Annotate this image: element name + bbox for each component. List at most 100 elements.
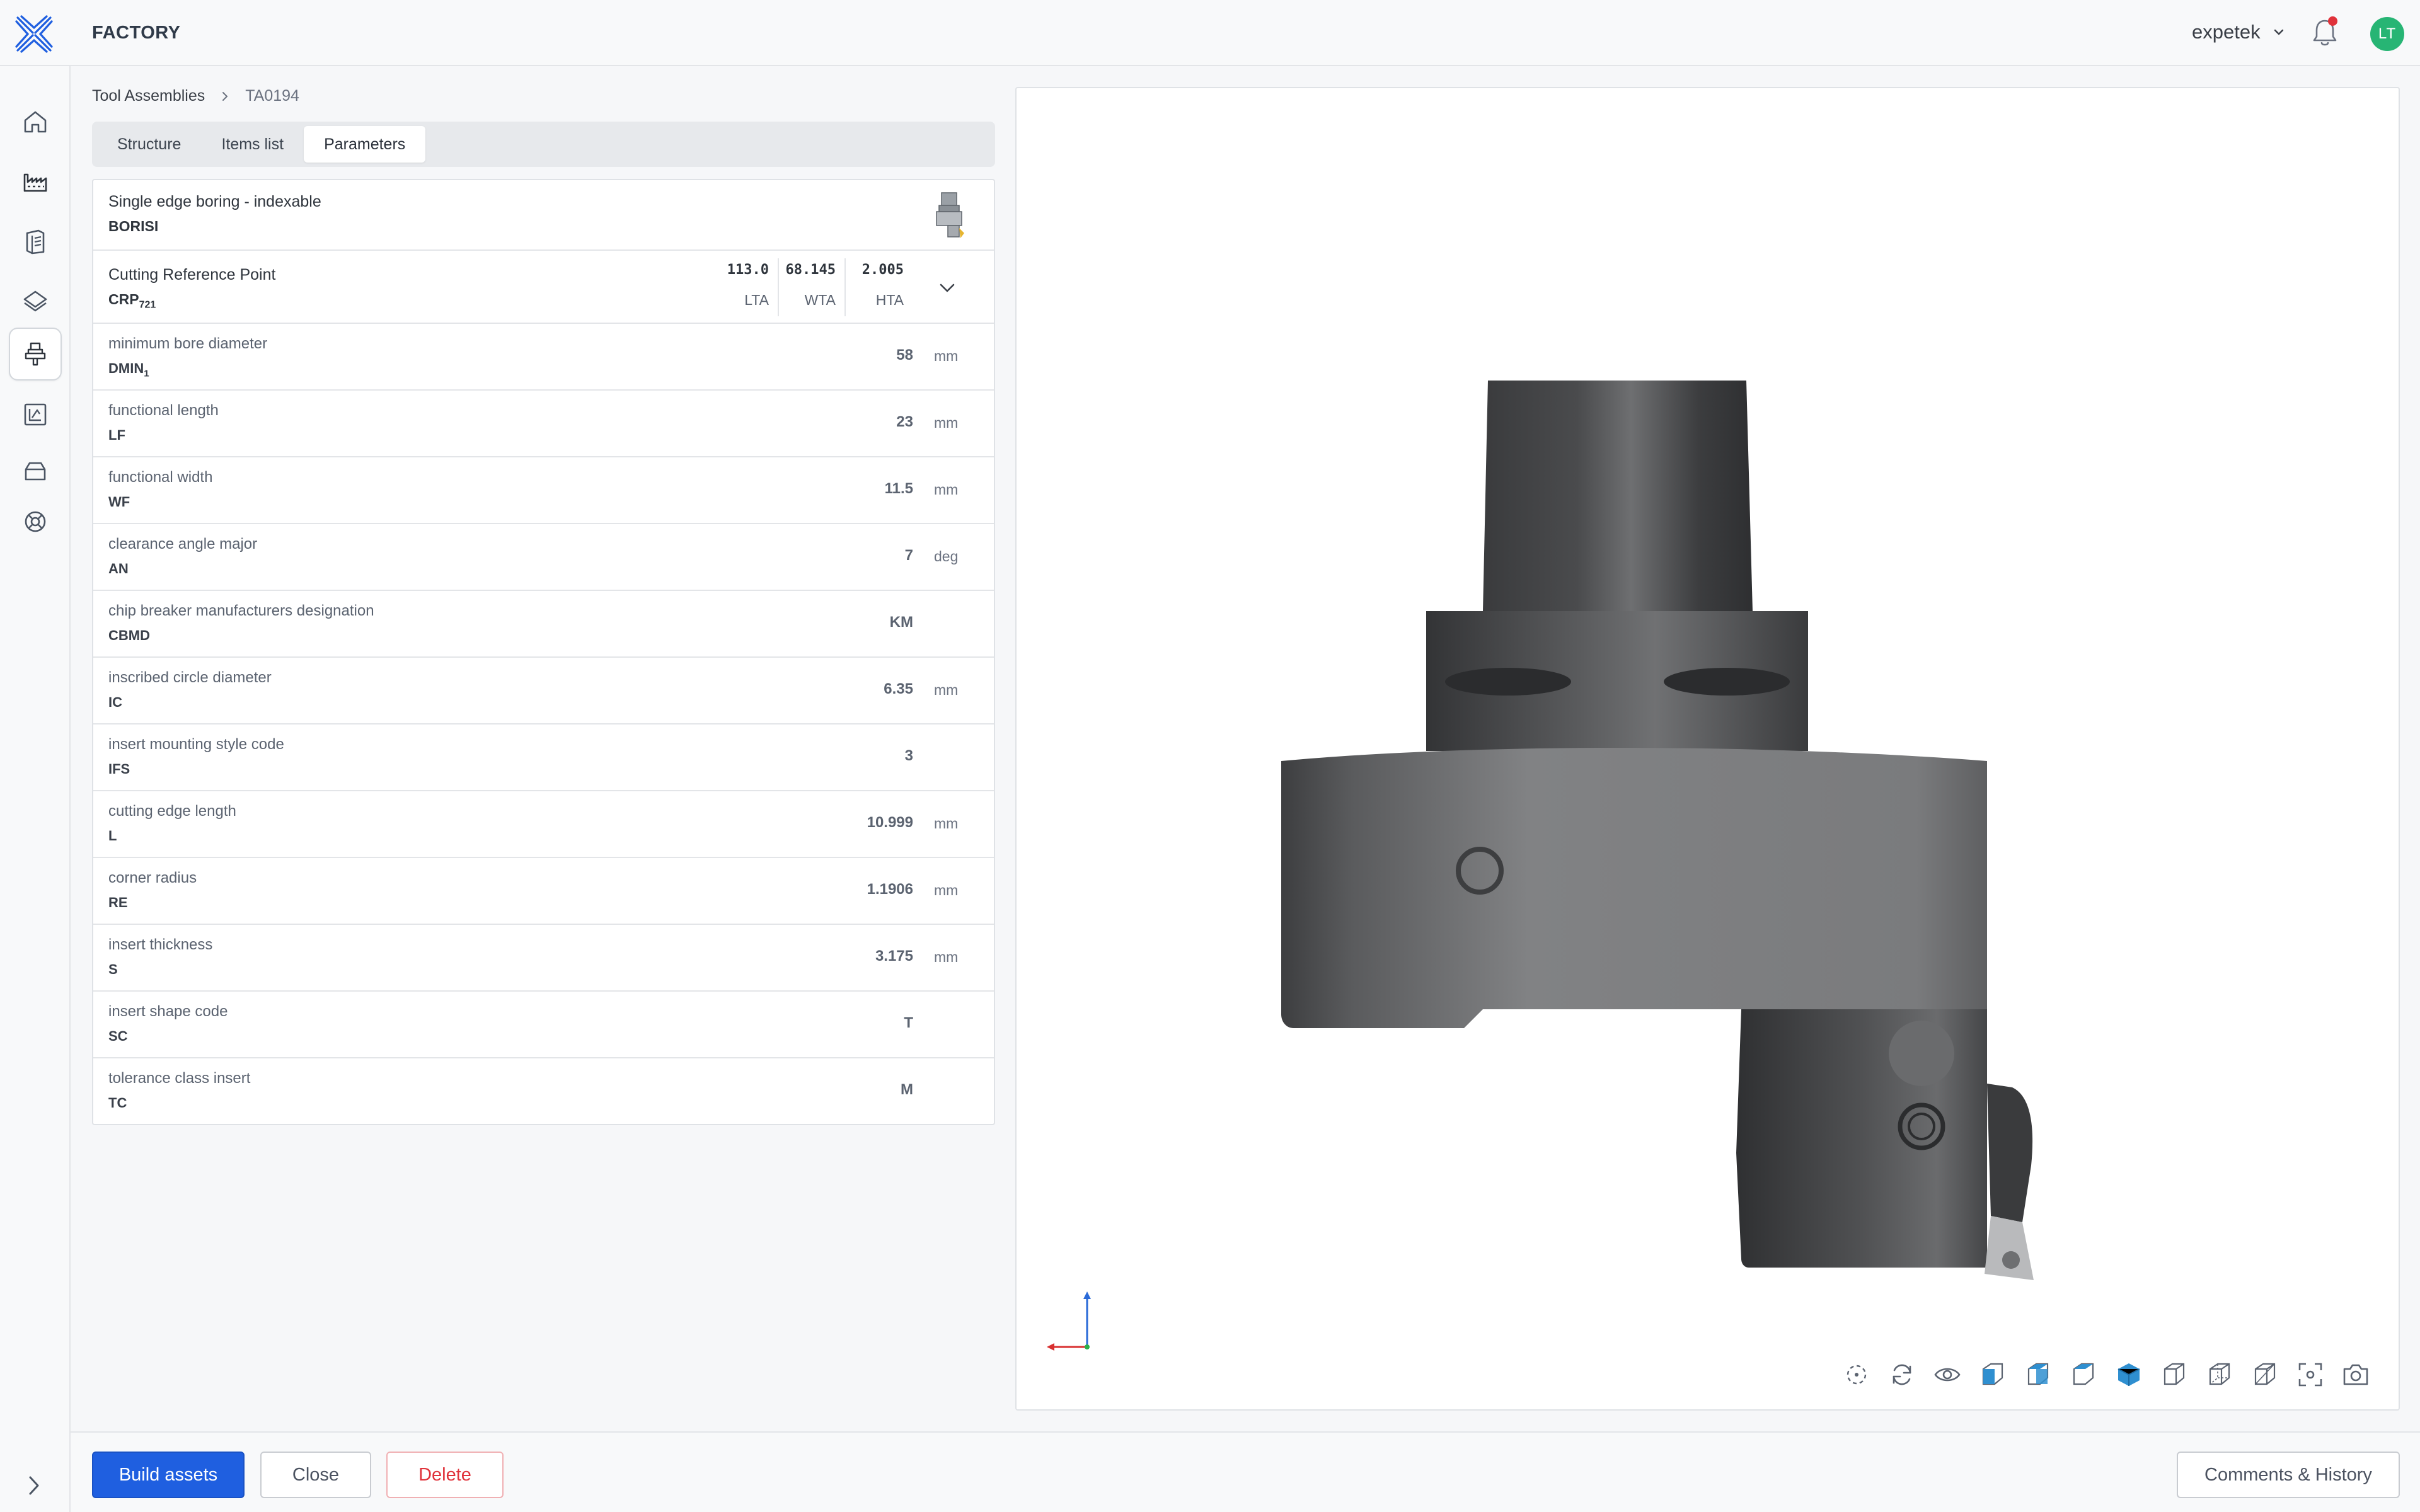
view-top-icon: [2027, 1363, 2049, 1385]
parameter-code: WF: [108, 494, 130, 510]
parameter-value: 3: [904, 747, 913, 764]
parameter-description: insert thickness: [108, 936, 213, 953]
parameter-code-text: DMIN: [108, 360, 144, 376]
parameter-code: SC: [108, 1028, 128, 1044]
view-front-icon: [1982, 1363, 2003, 1385]
tab-items-list[interactable]: Items list: [201, 126, 304, 163]
parameter-description: corner radius: [108, 869, 197, 886]
3d-viewer[interactable]: [1015, 87, 2400, 1411]
chevron-right-icon: [222, 91, 228, 101]
cutting-reference-point-row: Cutting Reference Point CRP721 113.0 LTA…: [93, 251, 994, 324]
home-icon: [24, 111, 47, 133]
parameter-value: 58: [896, 346, 913, 364]
sidebar: [0, 66, 71, 1512]
wireframe-side-button[interactable]: [2202, 1357, 2237, 1392]
sidebar-item-drawings[interactable]: [9, 388, 62, 441]
crp-code: CRP721: [108, 291, 156, 311]
parameter-code: IC: [108, 694, 122, 710]
view-iso-icon: [2118, 1363, 2140, 1386]
fit-selection-button[interactable]: [1839, 1357, 1874, 1392]
crp-label: LTA: [744, 292, 769, 308]
sidebar-item-home[interactable]: [9, 95, 62, 148]
chevron-down-icon: [2274, 29, 2283, 35]
parameter-description: chip breaker manufacturers designation: [108, 602, 374, 619]
top-bar: FACTORY expetek LT: [0, 0, 2420, 66]
drawing-icon: [24, 403, 47, 426]
sidebar-item-storage[interactable]: [9, 445, 62, 498]
focus-button[interactable]: [2293, 1357, 2328, 1392]
parameter-value: 11.5: [884, 480, 913, 497]
parameter-row: functional width WF 11.5 mm: [93, 457, 994, 524]
crp-values: 113.0 LTA 68.145 WTA 2.005 HTA: [711, 258, 913, 316]
tool-thumbnail-icon: [936, 192, 964, 238]
parameter-value: 6.35: [884, 680, 913, 697]
sidebar-item-support[interactable]: [9, 495, 62, 548]
crp-value: 113.0: [727, 262, 769, 278]
tool-header-row: Single edge boring - indexable BORISI: [93, 180, 994, 251]
tab-parameters[interactable]: Parameters: [304, 126, 426, 163]
visibility-icon: [1934, 1368, 1961, 1382]
tool-assembly-3d-model[interactable]: [1281, 290, 2164, 1298]
user-menu[interactable]: expetek: [2192, 21, 2286, 43]
storage-icon: [25, 462, 46, 481]
parameter-row: insert shape code SC T: [93, 992, 994, 1058]
wireframe-top-icon: [2254, 1363, 2276, 1385]
parameter-unit: mm: [934, 348, 959, 364]
crp-label: HTA: [875, 292, 904, 308]
wireframe-front-button[interactable]: [2157, 1357, 2192, 1392]
build-assets-button[interactable]: Build assets: [92, 1452, 245, 1498]
parameter-value: M: [901, 1081, 913, 1098]
avatar[interactable]: LT: [2370, 17, 2404, 51]
parameter-value: 7: [904, 547, 913, 564]
parameter-row: corner radius RE 1.1906 mm: [93, 858, 994, 925]
parameter-description: inscribed circle diameter: [108, 669, 272, 686]
screenshot-icon: [2343, 1364, 2368, 1385]
comments-history-button[interactable]: Comments & History: [2177, 1452, 2400, 1498]
parameter-description: insert mounting style code: [108, 736, 284, 753]
parameter-code: RE: [108, 895, 128, 910]
parameter-code: AN: [108, 561, 129, 576]
chevron-right-icon[interactable]: [23, 1469, 47, 1503]
crp-description: Cutting Reference Point: [108, 266, 276, 284]
view-side-icon: [2073, 1363, 2094, 1385]
close-button[interactable]: Close: [260, 1452, 371, 1498]
screenshot-button[interactable]: [2338, 1357, 2373, 1392]
delete-button[interactable]: Delete: [386, 1452, 504, 1498]
viewer-toolbar: [1839, 1357, 2383, 1392]
crp-value: 68.145: [785, 262, 836, 278]
view-side-button[interactable]: [2066, 1357, 2101, 1392]
parameter-row: insert mounting style code IFS 3: [93, 724, 994, 791]
sidebar-item-catalog[interactable]: [9, 215, 62, 268]
parameter-row: functional length LF 23 mm: [93, 391, 994, 457]
sidebar-item-tool-assemblies[interactable]: [9, 328, 62, 381]
crp-column: 68.145 WTA: [779, 258, 846, 316]
view-top-button[interactable]: [2020, 1357, 2056, 1392]
crp-code-text: CRP: [108, 291, 139, 307]
parameter-value: T: [904, 1014, 913, 1031]
sidebar-item-factory[interactable]: [9, 155, 62, 208]
factory-logo-icon[interactable]: [14, 14, 54, 54]
footer-bar: Build assets Close Delete Comments & His…: [71, 1431, 2420, 1512]
parameter-value: 1.1906: [867, 881, 913, 898]
tab-bar: Structure Items list Parameters: [92, 122, 995, 167]
parameter-unit: mm: [934, 682, 959, 698]
parameter-unit: mm: [934, 882, 959, 898]
rotate-button[interactable]: [1884, 1357, 1920, 1392]
parameter-code: L: [108, 828, 117, 844]
parameter-description: functional width: [108, 469, 213, 486]
tab-structure[interactable]: Structure: [97, 126, 201, 163]
view-front-button[interactable]: [1975, 1357, 2010, 1392]
visibility-button[interactable]: [1930, 1357, 1965, 1392]
parameter-code: S: [108, 961, 118, 977]
view-iso-button[interactable]: [2111, 1357, 2146, 1392]
breadcrumb-parent[interactable]: Tool Assemblies: [92, 87, 205, 105]
parameter-row: tolerance class insert TC M: [93, 1058, 994, 1125]
sidebar-item-layers[interactable]: [9, 275, 62, 328]
parameter-unit: mm: [934, 949, 959, 965]
wireframe-top-button[interactable]: [2247, 1357, 2283, 1392]
chevron-down-icon[interactable]: [936, 277, 958, 299]
parameter-row: insert thickness S 3.175 mm: [93, 925, 994, 992]
parameter-code: IFS: [108, 761, 130, 777]
app-title: FACTORY: [92, 23, 181, 43]
crp-column: 2.005 HTA: [846, 258, 913, 316]
